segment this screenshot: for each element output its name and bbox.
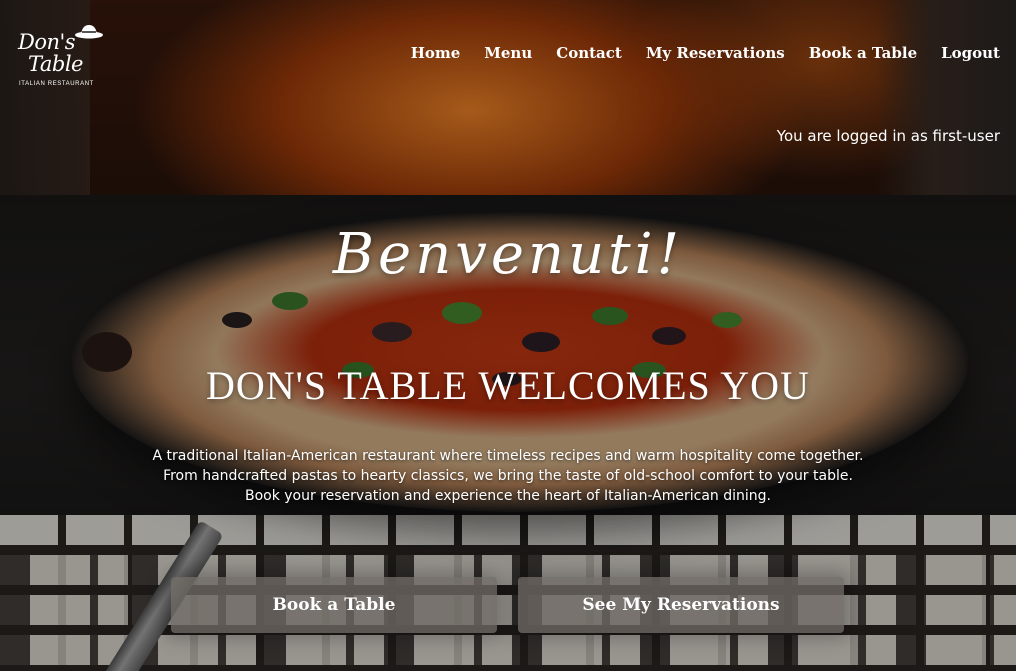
- see-reservations-button[interactable]: See My Reservations: [518, 577, 844, 633]
- logo-text-line2: Table: [28, 52, 83, 76]
- hero-description-line: Book your reservation and experience the…: [244, 488, 772, 504]
- nav-book-table-link[interactable]: Book a Table: [809, 44, 917, 62]
- fedora-hat-icon: [75, 25, 103, 39]
- nav-menu-link[interactable]: Menu: [484, 44, 532, 62]
- nav-home-link[interactable]: Home: [411, 44, 461, 62]
- home-page: Don's Table ITALIAN RESTAURANT Home Menu…: [0, 0, 1016, 671]
- nav-logout-link[interactable]: Logout: [941, 44, 1000, 62]
- hero-description: A traditional Italian-American restauran…: [0, 446, 1016, 506]
- hero-background-image: [0, 0, 1016, 671]
- welcome-script-heading: Benvenuti!: [332, 222, 684, 287]
- login-status-text: You are logged in as first-user: [776, 127, 1000, 145]
- hero-description-line: A traditional Italian-American restauran…: [152, 448, 864, 464]
- nav-my-reservations-link[interactable]: My Reservations: [646, 44, 785, 62]
- logo-text-line1: Don's: [18, 30, 76, 54]
- book-table-button[interactable]: Book a Table: [171, 577, 497, 633]
- hero-description-line: From handcrafted pastas to hearty classi…: [163, 468, 853, 484]
- logo-subtitle: ITALIAN RESTAURANT: [19, 81, 94, 87]
- nav-contact-link[interactable]: Contact: [556, 44, 622, 62]
- main-navigation: Home Menu Contact My Reservations Book a…: [411, 44, 1000, 62]
- brand-logo[interactable]: Don's Table ITALIAN RESTAURANT: [16, 22, 106, 92]
- hero-title: DON'S TABLE WELCOMES YOU: [206, 363, 810, 408]
